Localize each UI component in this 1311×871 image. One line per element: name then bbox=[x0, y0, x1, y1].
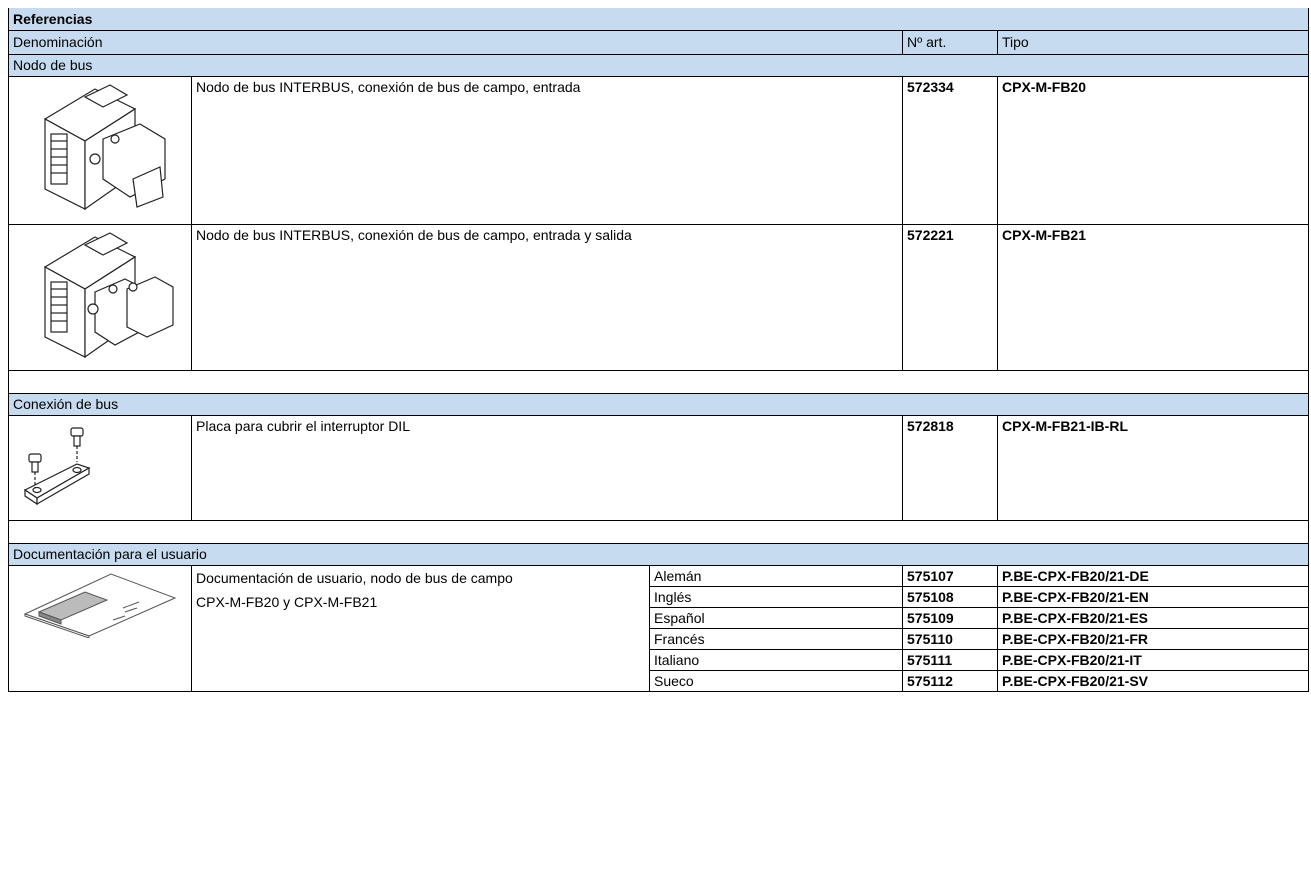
section-label: Conexión de bus bbox=[7, 393, 1310, 416]
product-image bbox=[8, 76, 192, 225]
doc-description-line1: Documentación de usuario, nodo de bus de… bbox=[196, 570, 513, 586]
product-image bbox=[8, 224, 192, 371]
article-number: 572221 bbox=[902, 224, 998, 371]
language-label: Francés bbox=[649, 628, 903, 650]
product-image bbox=[8, 565, 192, 692]
table-title: Referencias bbox=[7, 8, 1310, 31]
table-row: Documentación de usuario, nodo de bus de… bbox=[8, 565, 1310, 692]
col-header-tipo: Tipo bbox=[997, 30, 1310, 55]
table-title-row: Referencias bbox=[7, 8, 1310, 31]
doc-description: Documentación de usuario, nodo de bus de… bbox=[191, 565, 650, 692]
cover-plate-icon bbox=[23, 427, 91, 506]
col-header-denominacion: Denominación bbox=[8, 30, 903, 55]
table-row: Nodo de bus INTERBUS, conexión de bus de… bbox=[8, 224, 1310, 371]
section-row: Conexión de bus bbox=[7, 393, 1310, 416]
product-description: Nodo de bus INTERBUS, conexión de bus de… bbox=[191, 76, 903, 225]
article-number: 575107 bbox=[902, 565, 998, 587]
article-number: 575112 bbox=[902, 670, 998, 692]
type-code: P.BE-CPX-FB20/21-EN bbox=[997, 586, 1310, 608]
language-label: Inglés bbox=[649, 586, 903, 608]
section-label: Documentación para el usuario bbox=[7, 543, 1310, 566]
type-code: CPX-M-FB21 bbox=[997, 224, 1310, 371]
doc-description-line2: CPX-M-FB20 y CPX-M-FB21 bbox=[196, 594, 378, 610]
article-number: 575109 bbox=[902, 607, 998, 629]
reference-table: Referencias Denominación Nº art. Tipo No… bbox=[7, 8, 1310, 692]
table-row: Nodo de bus INTERBUS, conexión de bus de… bbox=[8, 76, 1310, 225]
type-code: P.BE-CPX-FB20/21-DE bbox=[997, 565, 1310, 587]
product-description: Nodo de bus INTERBUS, conexión de bus de… bbox=[191, 224, 903, 371]
type-code: P.BE-CPX-FB20/21-SV bbox=[997, 670, 1310, 692]
type-code: P.BE-CPX-FB20/21-ES bbox=[997, 607, 1310, 629]
section-row: Documentación para el usuario bbox=[7, 543, 1310, 566]
table-row: Placa para cubrir el interruptor DIL 572… bbox=[8, 415, 1310, 521]
type-code: P.BE-CPX-FB20/21-IT bbox=[997, 649, 1310, 671]
type-code: CPX-M-FB21-IB-RL bbox=[997, 415, 1310, 521]
language-label: Sueco bbox=[649, 670, 903, 692]
col-header-art: Nº art. bbox=[902, 30, 998, 55]
section-row: Nodo de bus bbox=[7, 54, 1310, 77]
article-number: 575111 bbox=[902, 649, 998, 671]
article-number: 575110 bbox=[902, 628, 998, 650]
article-number: 575108 bbox=[902, 586, 998, 608]
product-image bbox=[8, 415, 192, 521]
spacer-row bbox=[7, 370, 1310, 394]
column-header-row: Denominación Nº art. Tipo bbox=[8, 30, 1310, 55]
manual-booklet-icon bbox=[23, 573, 177, 638]
page: Referencias Denominación Nº art. Tipo No… bbox=[0, 0, 1311, 871]
spacer-row bbox=[7, 520, 1310, 544]
bus-node-module-icon bbox=[43, 232, 174, 359]
article-number: 572334 bbox=[902, 76, 998, 225]
section-label: Nodo de bus bbox=[7, 54, 1310, 77]
language-label: Español bbox=[649, 607, 903, 629]
language-label: Alemán bbox=[649, 565, 903, 587]
product-description: Placa para cubrir el interruptor DIL bbox=[191, 415, 903, 521]
language-label: Italiano bbox=[649, 649, 903, 671]
article-number: 572818 bbox=[902, 415, 998, 521]
type-code: P.BE-CPX-FB20/21-FR bbox=[997, 628, 1310, 650]
bus-node-module-icon bbox=[43, 84, 166, 211]
type-code: CPX-M-FB20 bbox=[997, 76, 1310, 225]
